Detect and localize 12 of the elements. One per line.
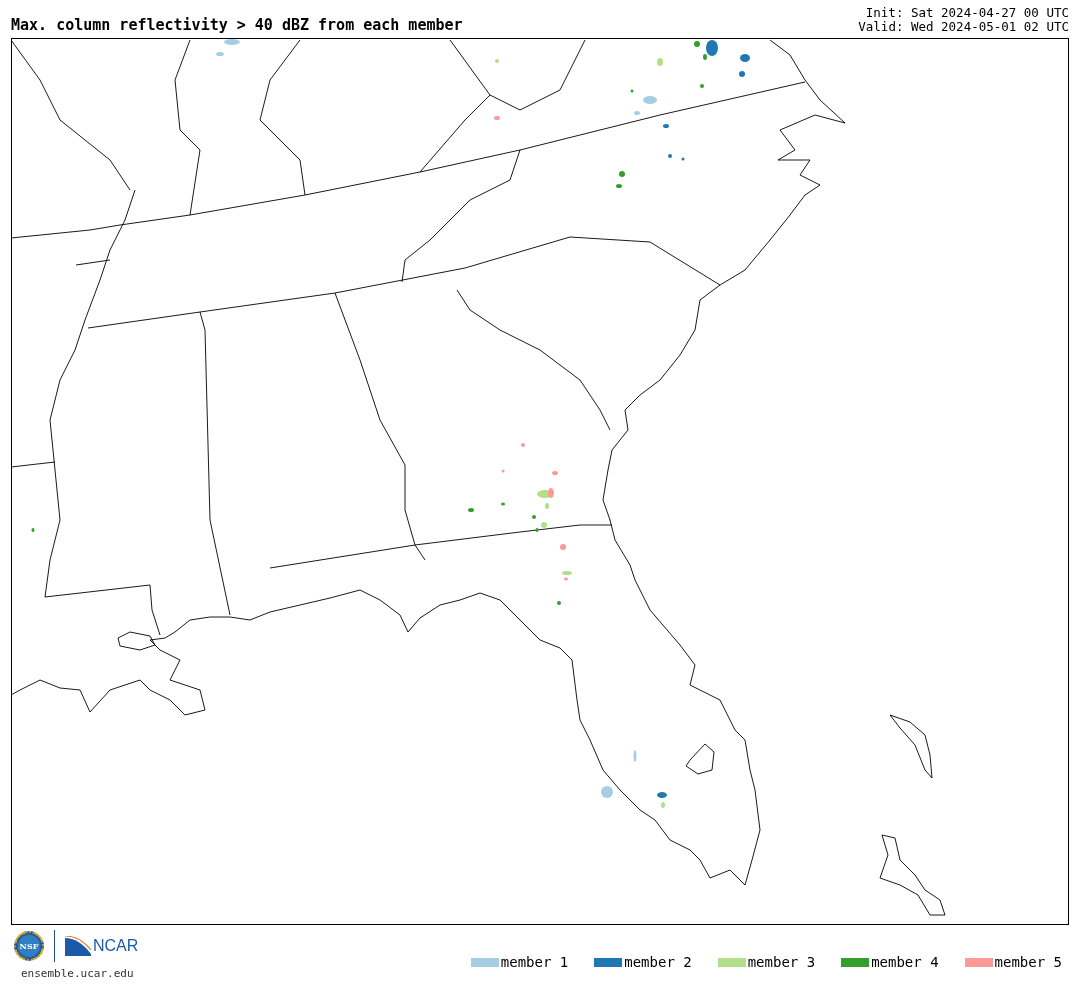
chart-title: Max. column reflectivity > 40 dBZ from each member xyxy=(11,16,463,34)
legend-label: member 3 xyxy=(747,954,816,970)
legend-label: member 4 xyxy=(871,954,939,970)
valid-time: Valid: Wed 2024-05-01 02 UTC xyxy=(858,20,1069,34)
swoosh-icon xyxy=(65,936,91,956)
ncar-logo-text: NCAR xyxy=(93,937,139,955)
site-url: ensemble.ucar.edu xyxy=(21,967,135,980)
nsf-logo: NSF xyxy=(14,931,44,961)
legend-label: member 5 xyxy=(994,954,1062,970)
legend-label: member 1 xyxy=(500,954,569,970)
init-time: Init: Sat 2024-04-27 00 UTC xyxy=(864,6,1069,20)
legend-label: member 2 xyxy=(624,954,692,970)
